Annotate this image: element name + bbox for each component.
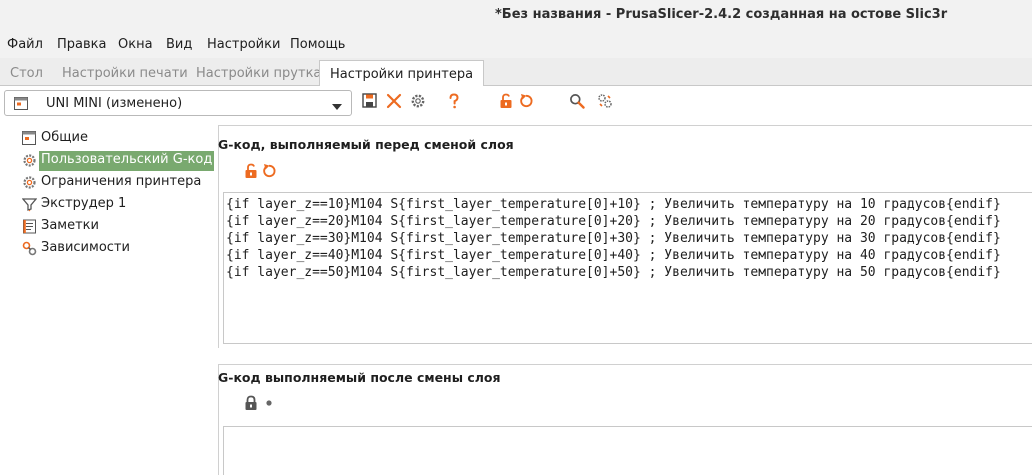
menu-file[interactable]: Файл (7, 37, 43, 52)
tree-item-extruder-1[interactable]: Экструдер 1 (20, 194, 210, 215)
lock-icon[interactable] (243, 395, 259, 411)
printer-preset-name: UNI MINI (изменено) (46, 96, 183, 111)
printer-preset-select[interactable]: UNI MINI (изменено) (4, 90, 352, 116)
gcode-line: {if layer_z==30}M104 S{first_layer_tempe… (226, 231, 1001, 246)
cog-icon (22, 175, 37, 190)
tab-printer-settings[interactable]: Настройки принтера (319, 60, 485, 87)
compare-presets-icon[interactable] (410, 93, 428, 111)
tree-item-label: Общие (41, 130, 88, 145)
dot-icon[interactable] (261, 395, 277, 411)
tab-print-settings[interactable]: Настройки печати (52, 62, 198, 86)
tree-item-general[interactable]: Общие (20, 128, 210, 149)
unlock-icon[interactable] (498, 93, 516, 111)
funnel-icon (21, 197, 38, 212)
note-icon (22, 219, 37, 234)
tree-item-dependencies[interactable]: Зависимости (20, 238, 210, 259)
question-icon[interactable] (446, 93, 464, 111)
main-tabbar: Стол Настройки печати Настройки прутка Н… (0, 58, 1032, 87)
gcode-line: {if layer_z==10}M104 S{first_layer_tempe… (226, 197, 1001, 212)
search-icon[interactable] (569, 93, 587, 111)
printer-icon (22, 131, 37, 146)
printer-icon (14, 97, 28, 114)
save-preset-icon[interactable] (362, 93, 380, 111)
undo-icon[interactable] (261, 163, 277, 179)
delete-preset-icon[interactable] (386, 93, 404, 111)
undo-icon[interactable] (518, 93, 536, 111)
settings-tools-icon[interactable] (597, 93, 615, 111)
gcode-line: {if layer_z==50}M104 S{first_layer_tempe… (226, 265, 1001, 280)
settings-page-tree: Общие Пользовательский G-код Ограничения… (0, 118, 215, 475)
before-layer-change-gcode-editor[interactable]: {if layer_z==10}M104 S{first_layer_tempe… (223, 192, 1032, 344)
section-border (218, 125, 219, 348)
menu-settings[interactable]: Настройки (207, 37, 280, 52)
wrench-icon (22, 241, 37, 256)
tree-item-machine-limits[interactable]: Ограничения принтера (20, 172, 210, 193)
tree-item-label: Пользовательский G-код (39, 151, 215, 171)
section-divider (218, 364, 1032, 365)
section-divider (218, 125, 1032, 126)
after-layer-change-gcode-editor[interactable] (223, 426, 1032, 475)
menu-bar: Файл Правка Окна Вид Настройки Помощь (0, 32, 1032, 58)
tree-item-label: Зависимости (41, 240, 130, 255)
tree-item-label: Экструдер 1 (41, 196, 127, 211)
preset-toolbar: UNI MINI (изменено) (0, 86, 1032, 118)
chevron-down-icon[interactable] (332, 100, 342, 115)
after-layer-change-title: G-код выполняемый после смены слоя (218, 370, 501, 385)
menu-view[interactable]: Вид (166, 37, 192, 52)
menu-windows[interactable]: Окна (118, 37, 153, 52)
gcode-line: {if layer_z==20}M104 S{first_layer_tempe… (226, 214, 1001, 229)
window-title: *Без названия - PrusaSlicer-2.4.2 создан… (495, 7, 948, 22)
unlock-icon[interactable] (243, 163, 259, 179)
menu-help[interactable]: Помощь (290, 37, 345, 52)
menu-edit[interactable]: Правка (57, 37, 106, 52)
tab-plater[interactable]: Стол (0, 62, 53, 86)
tree-item-custom-gcode[interactable]: Пользовательский G-код (20, 150, 215, 171)
tree-item-label: Ограничения принтера (41, 174, 202, 189)
tab-filament-settings[interactable]: Настройки прутка (186, 62, 331, 86)
cog-icon (22, 153, 37, 168)
before-layer-change-title: G-код, выполняемый перед сменой слоя (218, 137, 514, 152)
tree-item-label: Заметки (41, 218, 99, 233)
tree-item-notes[interactable]: Заметки (20, 216, 210, 237)
window-titlebar: *Без названия - PrusaSlicer-2.4.2 создан… (0, 0, 1032, 32)
gcode-line: {if layer_z==40}M104 S{first_layer_tempe… (226, 248, 1001, 263)
